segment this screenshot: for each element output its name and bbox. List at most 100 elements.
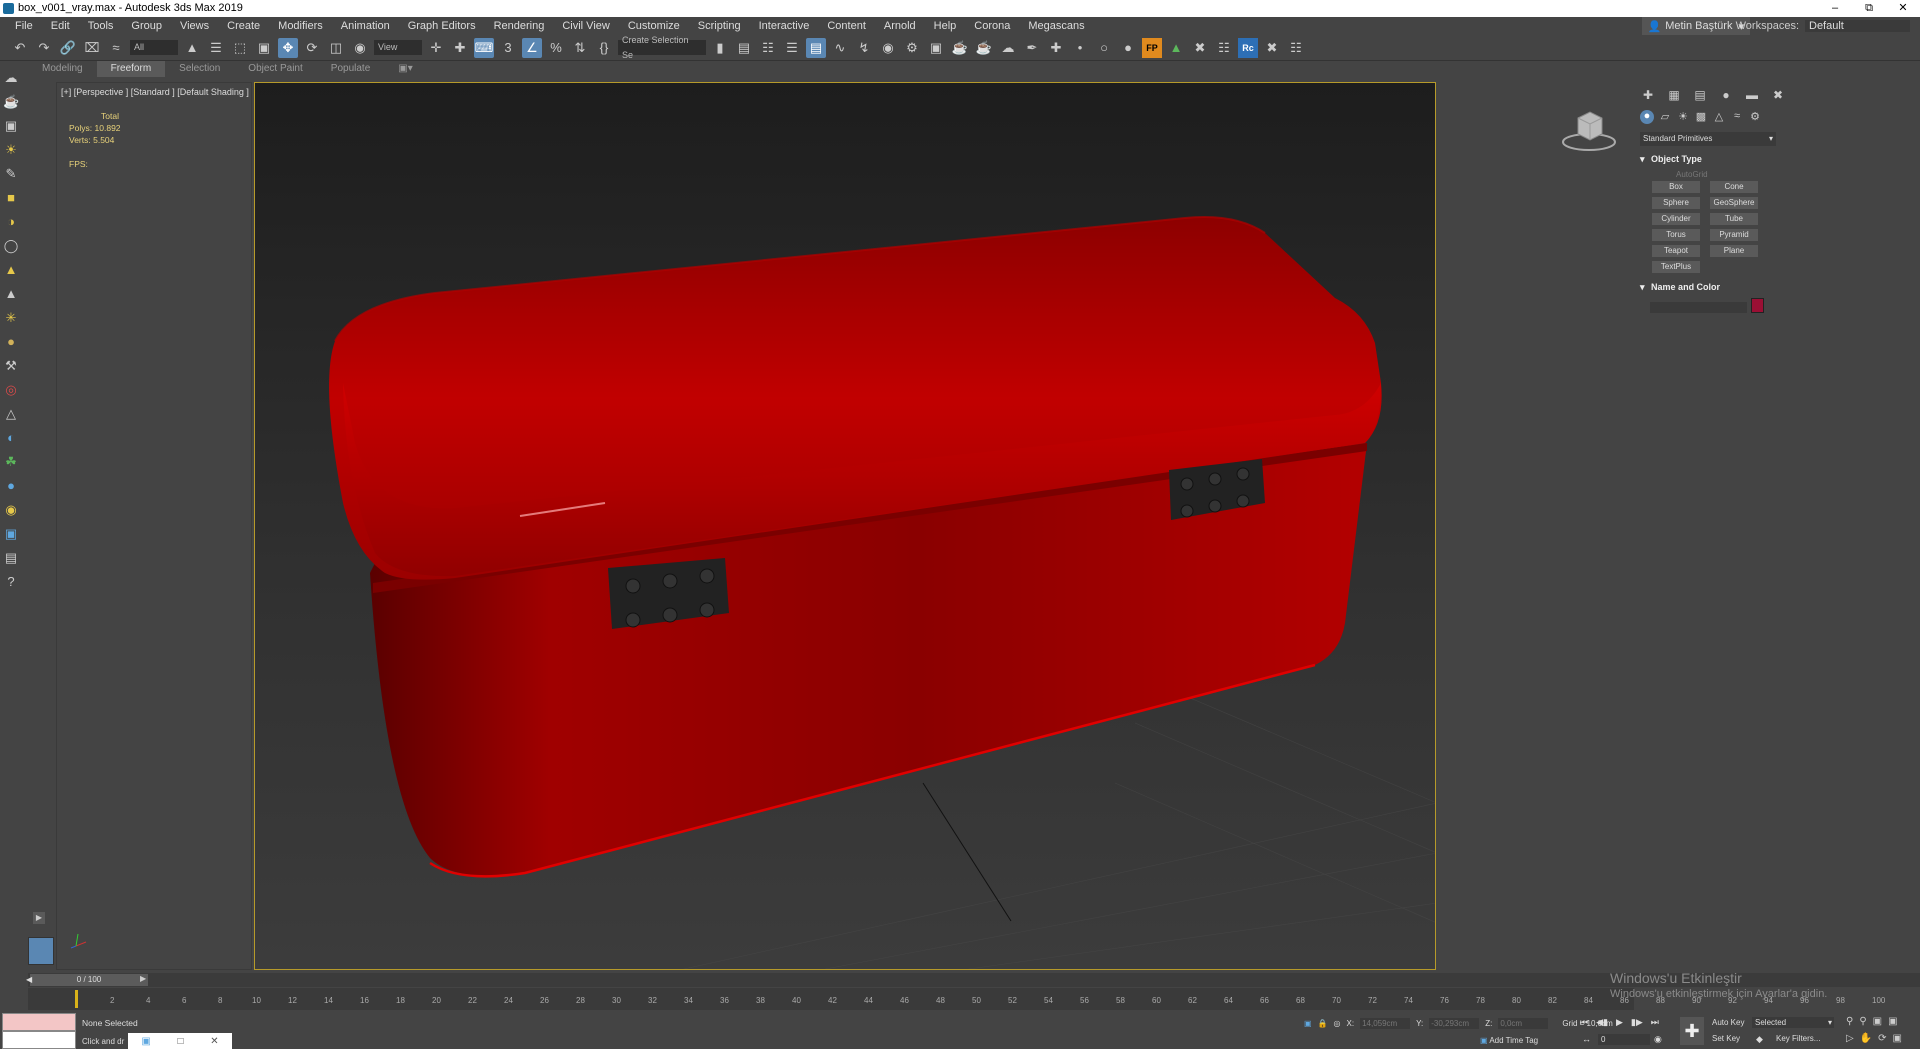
hammer-icon[interactable]: ⚒ — [3, 358, 19, 374]
key-mode-select[interactable]: Selected ▾ — [1752, 1017, 1834, 1028]
world-icon[interactable]: ◐ — [3, 430, 19, 446]
edit-named-selection-icon[interactable]: {} — [594, 38, 614, 58]
toggle-scene-explorer-icon[interactable]: ☷ — [758, 38, 778, 58]
link-icon[interactable]: 🔗 — [58, 38, 78, 58]
orbit-icon[interactable]: ⟳ — [1878, 1033, 1886, 1044]
hierarchy-tab-icon[interactable]: ▤ — [1692, 88, 1708, 104]
hat-icon[interactable]: ▲ — [3, 262, 19, 278]
key-icon[interactable]: ◆ — [1756, 1034, 1763, 1045]
spreadsheet-icon[interactable]: ☷ — [1286, 38, 1306, 58]
star-icon[interactable]: ✳ — [3, 310, 19, 326]
pivot-center-icon[interactable]: ✛ — [426, 38, 446, 58]
menu-group[interactable]: Group — [122, 17, 171, 35]
menu-animation[interactable]: Animation — [332, 17, 399, 35]
sphere-button[interactable]: Sphere — [1652, 197, 1700, 209]
render-iterative-icon[interactable]: ☕ — [974, 38, 994, 58]
previous-frame-icon[interactable]: ◀▮ — [1596, 1017, 1608, 1028]
select-object-icon[interactable]: ▲ — [182, 38, 202, 58]
percent-snap-icon[interactable]: % — [546, 38, 566, 58]
perspective-viewport[interactable] — [254, 82, 1436, 970]
curve-editor-icon[interactable]: ∿ — [830, 38, 850, 58]
layer-explorer-icon[interactable]: ☰ — [782, 38, 802, 58]
go-to-end-icon[interactable]: ⏭ — [1651, 1017, 1659, 1028]
close-button[interactable]: ✕ — [1886, 0, 1920, 17]
tools-icon[interactable]: ✖ — [1190, 38, 1210, 58]
set-key-big-icon[interactable]: ✚ — [1680, 1017, 1704, 1045]
isolate-selection-icon[interactable]: ▣ — [1304, 1019, 1312, 1028]
tube-button[interactable]: Tube — [1710, 213, 1758, 225]
viewport-label[interactable]: [+] [Perspective ] [Standard ] [Default … — [61, 87, 249, 97]
user-account-button[interactable]: 👤 Metin Baştürk ▾ — [1641, 17, 1750, 35]
undo-icon[interactable]: ↶ — [10, 38, 30, 58]
mini-viewport-icon[interactable] — [28, 937, 54, 965]
create-tab-icon[interactable]: ✚ — [1640, 88, 1656, 104]
light-icon[interactable]: ☀ — [3, 142, 19, 158]
plant-icon[interactable]: ☘ — [3, 454, 19, 470]
tab-modeling[interactable]: Modeling — [28, 61, 97, 77]
render-frame-icon[interactable]: ▣ — [3, 526, 19, 542]
select-by-name-icon[interactable]: ☰ — [206, 38, 226, 58]
ball-icon[interactable]: ● — [3, 478, 19, 494]
teapot-button[interactable]: Teapot — [1652, 245, 1700, 257]
motion-tab-icon[interactable]: ● — [1718, 88, 1734, 104]
rendered-frame-window-icon[interactable]: ▣ — [926, 38, 946, 58]
thumbnail-close-icon[interactable]: ✕ — [210, 1036, 218, 1047]
table-icon[interactable]: ☷ — [1214, 38, 1234, 58]
key-filters-button[interactable]: Key Filters... — [1776, 1034, 1820, 1043]
cameras-icon[interactable]: ▩ — [1694, 110, 1708, 124]
unlink-icon[interactable]: ⌧ — [82, 38, 102, 58]
absolute-mode-icon[interactable]: ◎ — [1334, 1019, 1341, 1028]
palette-icon[interactable]: ◉ — [3, 502, 19, 518]
torus-button[interactable]: Torus — [1652, 229, 1700, 241]
time-config-icon[interactable]: ↔ — [1582, 1034, 1591, 1044]
restore-button[interactable]: ⧉ — [1852, 0, 1886, 17]
pyramid-button[interactable]: Pyramid — [1710, 229, 1758, 241]
object-color-swatch[interactable] — [1751, 298, 1764, 313]
menu-corona[interactable]: Corona — [965, 17, 1019, 35]
sun-icon[interactable]: ◑ — [3, 214, 19, 230]
zoom-all-icon[interactable]: ⚲ — [1859, 1016, 1866, 1027]
reference-coordinate-select[interactable]: View — [374, 40, 422, 55]
tree-icon[interactable]: ▲ — [1166, 38, 1186, 58]
tool-icon[interactable]: ✎ — [3, 166, 19, 182]
wrench-icon[interactable]: ✖ — [1262, 38, 1282, 58]
menu-tools[interactable]: Tools — [79, 17, 123, 35]
viewcube[interactable] — [1560, 108, 1618, 152]
paint-icon[interactable]: ◎ — [3, 382, 19, 398]
maxscript-listener-field[interactable] — [2, 1013, 76, 1031]
utilities-tab-icon[interactable]: ✖ — [1770, 88, 1786, 104]
add-time-tag-button[interactable]: ▣ Add Time Tag — [1480, 1036, 1538, 1045]
z-coordinate-field[interactable]: 0,0cm — [1498, 1018, 1549, 1029]
lights-icon[interactable]: ☀ — [1676, 110, 1690, 124]
menu-arnold[interactable]: Arnold — [875, 17, 925, 35]
snapshot-icon[interactable]: ▣ — [3, 118, 19, 134]
menu-create[interactable]: Create — [218, 17, 269, 35]
geosphere-button[interactable]: GeoSphere — [1710, 197, 1758, 209]
globe-icon[interactable]: ◯ — [3, 238, 19, 254]
name-and-color-rollout[interactable]: ▾ Name and Color — [1640, 282, 1768, 293]
lock-icon[interactable]: 🔒 — [1318, 1019, 1328, 1028]
x-coordinate-field[interactable]: 14,059cm — [1360, 1018, 1411, 1029]
mirror-icon[interactable]: ▮ — [710, 38, 730, 58]
scene-explorer-icon[interactable]: ☁ — [3, 70, 19, 86]
select-place-icon[interactable]: ◉ — [350, 38, 370, 58]
menu-interactive[interactable]: Interactive — [750, 17, 819, 35]
snaps-toggle-icon[interactable]: 3 — [498, 38, 518, 58]
zoom-icon[interactable]: ⚲ — [1846, 1016, 1853, 1027]
menu-graph-editors[interactable]: Graph Editors — [399, 17, 485, 35]
systems-icon[interactable]: ⚙ — [1748, 110, 1762, 124]
helpers-icon[interactable]: △ — [1712, 110, 1726, 124]
schematic-view-icon[interactable]: ↯ — [854, 38, 874, 58]
layers-icon[interactable]: ▤ — [3, 550, 19, 566]
display-tab-icon[interactable]: ▬ — [1744, 88, 1760, 104]
align-icon[interactable]: ▤ — [734, 38, 754, 58]
pan-icon[interactable]: ✋ — [1860, 1033, 1872, 1044]
minimize-button[interactable]: – — [1818, 0, 1852, 17]
box-button[interactable]: Box — [1652, 181, 1700, 193]
prev-frame-icon[interactable]: ◀ — [26, 974, 32, 986]
space-warps-icon[interactable]: ≈ — [1730, 110, 1744, 124]
zoom-extents-all-icon[interactable]: ▣ — [1888, 1016, 1897, 1027]
render-in-cloud-icon[interactable]: ☁ — [998, 38, 1018, 58]
select-move-icon[interactable]: ✥ — [278, 37, 298, 58]
expand-arrow-icon[interactable]: ▶ — [33, 912, 45, 924]
